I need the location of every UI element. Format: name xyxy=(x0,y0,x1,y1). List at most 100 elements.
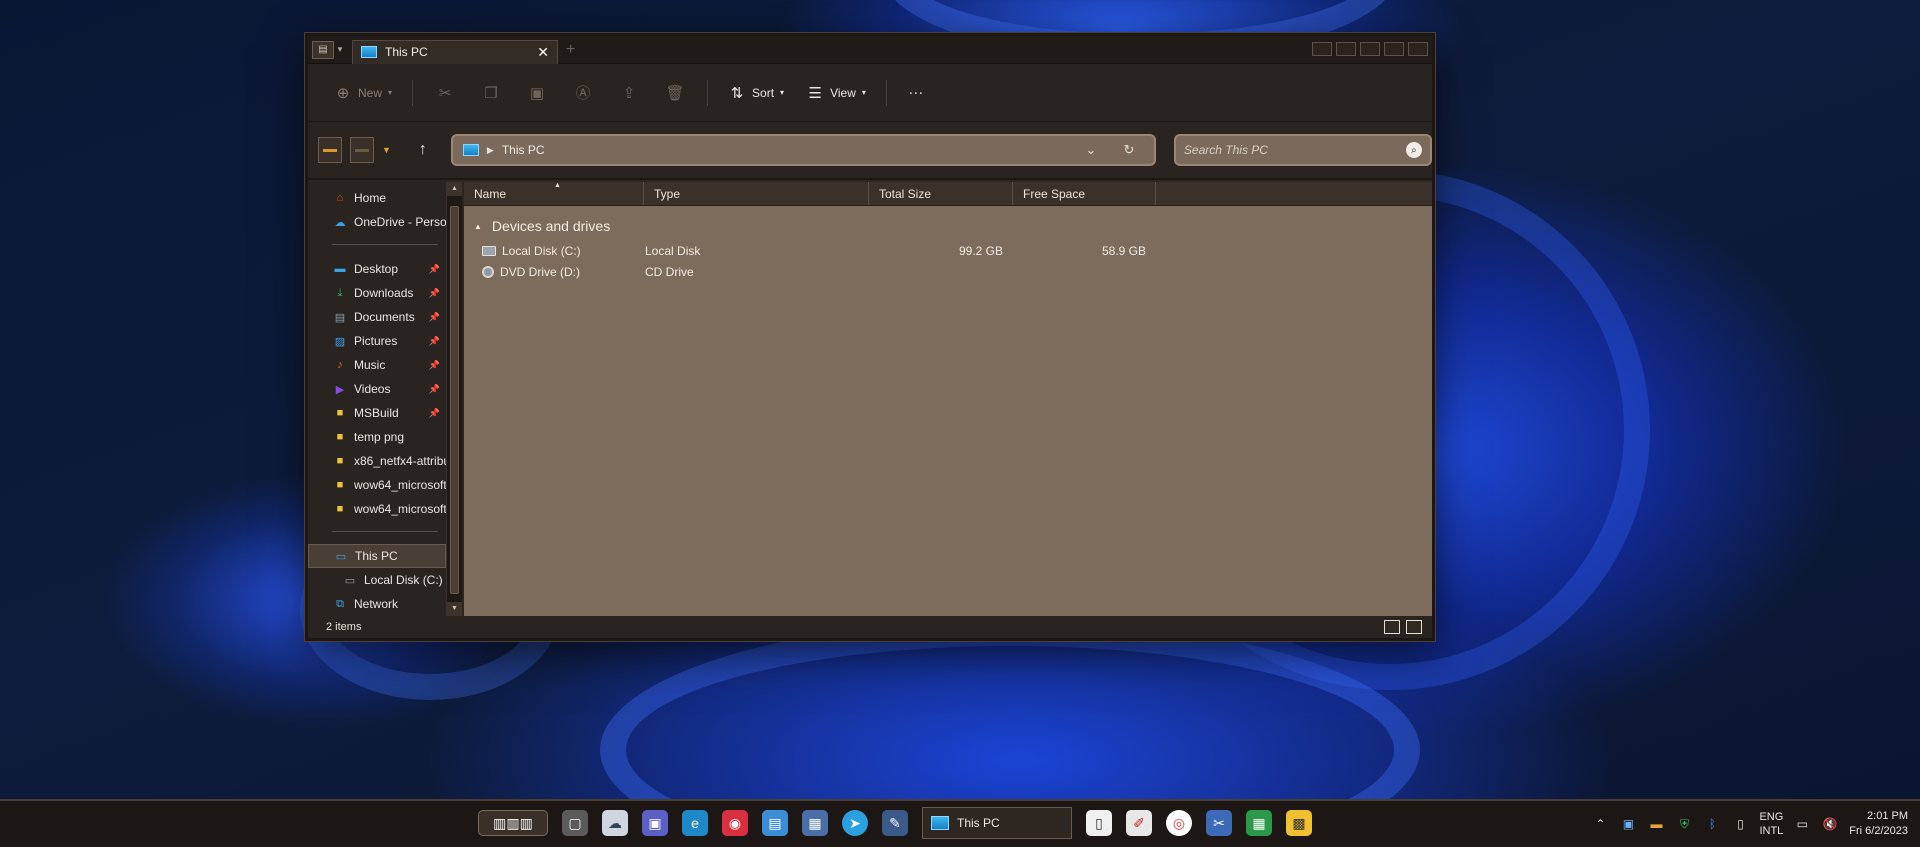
table-row[interactable]: DVD Drive (D:) CD Drive xyxy=(464,261,1432,282)
calculator-icon[interactable]: ▦ xyxy=(802,810,828,836)
close-tab-icon[interactable]: ✕ xyxy=(537,44,549,61)
sidebar-item-this-pc[interactable]: ▭ This PC xyxy=(308,544,446,568)
window-button[interactable] xyxy=(1312,42,1332,56)
chevron-down-icon[interactable]: ▾ xyxy=(334,44,346,55)
taskbar-item-this-pc[interactable]: This PC xyxy=(922,807,1072,839)
title-bar[interactable]: ▤ ▾ This PC ✕ + xyxy=(308,36,1432,64)
rename-button[interactable]: Ⓐ xyxy=(563,82,603,103)
column-header-free-space[interactable]: Free Space xyxy=(1013,182,1156,205)
table-row[interactable]: Local Disk (C:) Local Disk 99.2 GB 58.9 … xyxy=(464,240,1432,261)
group-header[interactable]: ▲ Devices and drives xyxy=(474,218,1432,234)
sidebar-item-downloads[interactable]: ⤓ Downloads 📌 xyxy=(308,281,446,305)
chrome-icon[interactable]: ◎ xyxy=(1166,810,1192,836)
sidebar-item-documents[interactable]: ▤ Documents 📌 xyxy=(308,305,446,329)
sidebar-item-pictures[interactable]: ▨ Pictures 📌 xyxy=(308,329,446,353)
scroll-down-icon[interactable]: ▼ xyxy=(447,602,462,616)
sidebar-item-wow64-microsoft[interactable]: ■ wow64_microsoft xyxy=(308,473,446,497)
edge-icon[interactable]: e xyxy=(682,810,708,836)
store-icon[interactable]: ▩ xyxy=(1286,810,1312,836)
chevron-up-icon[interactable]: ⌃ xyxy=(1591,815,1609,833)
scrollbar-thumb[interactable] xyxy=(450,206,459,594)
paste-button[interactable]: ▣ xyxy=(517,84,557,102)
scroll-up-icon[interactable]: ▲ xyxy=(447,182,462,196)
tray-app-icon[interactable]: ▬ xyxy=(1647,815,1665,833)
pin-icon[interactable]: 📌 xyxy=(429,408,440,419)
system-menu-icon[interactable]: ▤ xyxy=(312,40,334,59)
tab-this-pc[interactable]: This PC ✕ xyxy=(352,39,558,64)
share-button[interactable]: ⇪ xyxy=(609,84,649,102)
paint-icon[interactable]: ✐ xyxy=(1126,810,1152,836)
pin-icon[interactable]: 📌 xyxy=(429,288,440,299)
snipping-icon[interactable]: ✂ xyxy=(1206,810,1232,836)
pin-icon[interactable]: 📌 xyxy=(429,360,440,371)
app-tool-icon[interactable]: ✎ xyxy=(882,810,908,836)
search-input[interactable]: Search This PC ⌕ xyxy=(1173,134,1432,166)
chevron-down-icon[interactable]: ⌄ xyxy=(1076,142,1106,158)
widgets-icon[interactable]: ☁ xyxy=(602,810,628,836)
minimize-button[interactable] xyxy=(1360,42,1380,56)
navigation-pane: ⌂ Home ☁ OneDrive - Personal ▬ Desktop 📌… xyxy=(308,182,446,616)
maximize-button[interactable] xyxy=(1384,42,1404,56)
pin-icon[interactable]: 📌 xyxy=(429,336,440,347)
tiles-view-icon[interactable] xyxy=(1406,620,1422,634)
more-options-button[interactable]: ··· xyxy=(899,78,933,107)
file-icon[interactable]: ▯ xyxy=(1086,810,1112,836)
column-header-total-size[interactable]: Total Size xyxy=(869,182,1013,205)
bluetooth-icon[interactable]: ᛒ xyxy=(1703,815,1721,833)
teams-icon[interactable]: ▣ xyxy=(642,810,668,836)
pin-icon[interactable]: 📌 xyxy=(429,264,440,275)
pin-icon[interactable]: 📌 xyxy=(429,384,440,395)
volume-muted-icon[interactable]: 🔇 xyxy=(1821,815,1839,833)
window-button[interactable] xyxy=(1336,42,1356,56)
cut-button[interactable]: ✂ xyxy=(425,84,465,102)
task-view-icon[interactable]: ▢ xyxy=(562,810,588,836)
up-arrow-icon[interactable]: ↑ xyxy=(409,141,437,159)
clock[interactable]: 2:01 PM Fri 6/2/2023 xyxy=(1849,809,1908,839)
search-icon[interactable]: ⌕ xyxy=(1405,142,1422,158)
copy-button[interactable]: ❐ xyxy=(471,84,511,102)
start-button[interactable]: ▥▥▥ xyxy=(478,810,548,836)
view-button[interactable]: ☰ View ▾ xyxy=(798,78,874,108)
new-button[interactable]: ⊕ New ▾ xyxy=(326,78,400,108)
divider xyxy=(707,79,709,106)
sidebar-item-desktop[interactable]: ▬ Desktop 📌 xyxy=(308,257,446,281)
sidebar-item-videos[interactable]: ▶ Videos 📌 xyxy=(308,377,446,401)
sidebar-item-onedrive[interactable]: ☁ OneDrive - Personal xyxy=(308,210,447,234)
spreadsheet-icon[interactable]: ▦ xyxy=(1246,810,1272,836)
sidebar-item-msbuild[interactable]: ■ MSBuild 📌 xyxy=(308,401,446,425)
navigation-scrollbar[interactable]: ▲ ▼ xyxy=(446,182,462,616)
telegram-icon[interactable]: ➤ xyxy=(842,810,868,836)
sidebar-item-music[interactable]: ♪ Music 📌 xyxy=(308,353,446,377)
refresh-icon[interactable]: ↻ xyxy=(1114,142,1144,158)
close-button[interactable] xyxy=(1408,42,1428,56)
view-toggle xyxy=(1384,620,1422,634)
network-icon[interactable]: ▭ xyxy=(1793,815,1811,833)
tray-app-icon[interactable]: ▣ xyxy=(1619,815,1637,833)
address-bar[interactable]: ▶ This PC ⌄ ↻ xyxy=(450,134,1156,166)
sidebar-item-temp-png[interactable]: ■ temp png xyxy=(308,425,446,449)
forward-button[interactable] xyxy=(350,137,374,163)
delete-button[interactable]: 🗑 xyxy=(655,84,695,102)
usb-icon[interactable]: ▯ xyxy=(1731,815,1749,833)
details-view-icon[interactable] xyxy=(1384,620,1400,634)
sidebar-item-x86-netfx4[interactable]: ■ x86_netfx4-attribu xyxy=(308,449,446,473)
column-header-name[interactable]: ▲ Name xyxy=(464,182,644,205)
collapse-icon[interactable]: ▲ xyxy=(474,222,482,231)
notepad-icon[interactable]: ▤ xyxy=(762,810,788,836)
column-header-type[interactable]: Type xyxy=(644,182,869,205)
app-red-icon[interactable]: ◉ xyxy=(722,810,748,836)
pin-icon[interactable]: 📌 xyxy=(429,312,440,323)
sort-button[interactable]: ⇅ Sort ▾ xyxy=(720,78,792,108)
back-button[interactable] xyxy=(318,137,342,163)
recent-locations-dropdown[interactable]: ▼ xyxy=(382,145,391,155)
group-label: Devices and drives xyxy=(491,218,611,234)
new-tab-button[interactable]: + xyxy=(566,41,575,59)
sidebar-item-home[interactable]: ⌂ Home xyxy=(308,186,446,210)
sidebar-item-wow64-microsoft[interactable]: ■ wow64_microsoft xyxy=(308,497,446,521)
language-indicator[interactable]: ENG INTL xyxy=(1759,810,1783,838)
sidebar-item-local-disk[interactable]: ▭ Local Disk (C:) xyxy=(308,568,446,592)
breadcrumb[interactable]: This PC xyxy=(502,143,1068,157)
security-shield-icon[interactable]: ⛨ xyxy=(1675,815,1693,833)
sidebar-item-network[interactable]: ⧉ Network xyxy=(308,592,446,616)
breadcrumb-chevron-icon[interactable]: ▶ xyxy=(487,145,494,156)
